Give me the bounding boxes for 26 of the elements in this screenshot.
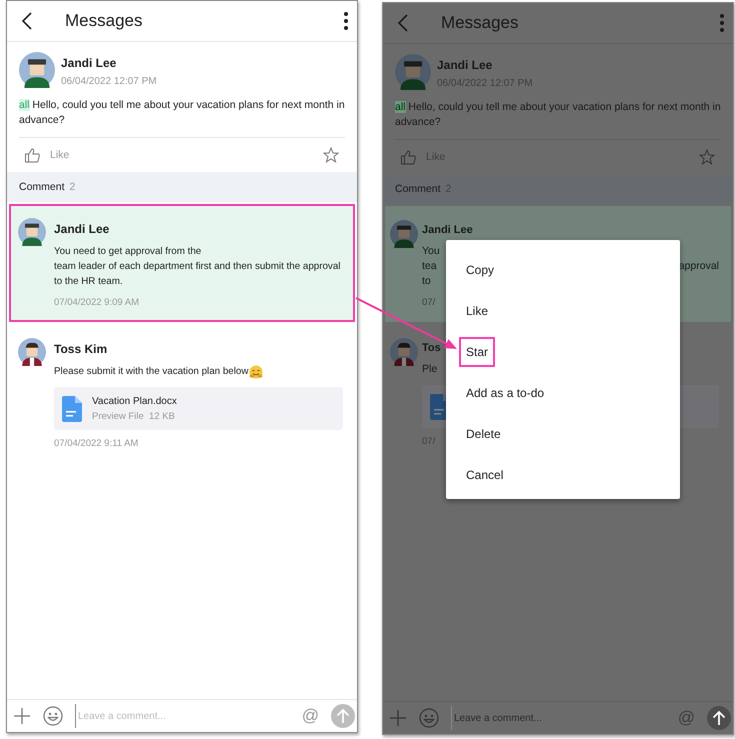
author-name: Toss Kim — [54, 342, 108, 356]
screen-title: Messages — [65, 11, 142, 31]
comment-text: tea — [422, 259, 437, 274]
post-message: all Hello, could you tell me about your vacation plans for next month in advance? — [19, 98, 345, 128]
comment-count: 2 — [70, 181, 76, 193]
comment-text: Please submit it with the vacation plan below — [54, 365, 248, 379]
post-message: all Hello, could you tell me about your vacation plans for next month in advance? — [395, 100, 721, 130]
comment-text: You need to get approval from the team leader of each department first and then submit the approval to the HR team. — [54, 245, 342, 289]
comment-time: 07/04/2022 9:09 AM — [54, 297, 140, 308]
post-time: 06/04/2022 12:07 PM — [61, 76, 157, 87]
comment-time: 07/04/2022 9:11 AM — [54, 438, 140, 449]
comment-text: Ple — [422, 362, 438, 377]
comment-text: approval — [678, 259, 719, 274]
author-name: Jandi Lee — [437, 58, 492, 72]
file-name: Vacation Plan.docx — [92, 396, 177, 406]
author-name: Jandi Lee — [54, 222, 110, 236]
author-name: Jandi Lee — [61, 56, 116, 70]
comment-time: 07/ — [422, 297, 436, 308]
comment-text: to — [422, 274, 431, 289]
comment-label: Comment — [395, 183, 441, 195]
author-name: Tos — [422, 342, 441, 354]
file-info: Preview File 12 KB — [92, 410, 176, 422]
author-name: Jandi Lee — [422, 224, 473, 236]
screen-title: Messages — [441, 13, 518, 33]
comment-text: You — [422, 244, 440, 259]
comment-label: Comment — [19, 181, 65, 193]
